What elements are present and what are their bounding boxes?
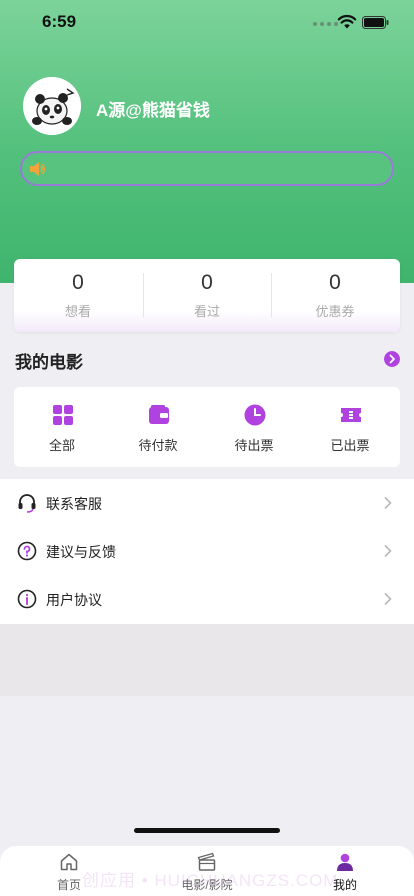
orders-card: 全部 待付款 待出票 已出票 <box>14 387 400 467</box>
home-icon <box>60 853 78 871</box>
settings-menu: 联系客服 建议与反馈 用户协议 <box>0 479 414 624</box>
question-icon <box>17 541 37 561</box>
wifi-icon <box>337 14 357 29</box>
stat-value: 0 <box>72 271 84 294</box>
order-pending-payment[interactable]: 待付款 <box>110 387 206 467</box>
stat-value: 0 <box>329 271 341 294</box>
wallet-icon <box>149 405 169 424</box>
status-time: 6:59 <box>42 12 77 31</box>
menu-item-customer-service[interactable]: 联系客服 <box>0 479 414 527</box>
order-label: 已出票 <box>330 438 370 453</box>
clock-icon <box>244 404 266 426</box>
battery-icon <box>362 16 389 29</box>
chevron-right-icon <box>384 496 392 510</box>
chevron-right-circle-icon[interactable] <box>384 351 400 367</box>
status-bar: 6:59 <box>0 0 414 44</box>
menu-item-feedback[interactable]: 建议与反馈 <box>0 527 414 575</box>
order-label: 待付款 <box>138 438 178 453</box>
stat-label: 优惠券 <box>315 304 355 319</box>
watermark: 创应用 • HUICHUANGZS.COM <box>82 871 339 890</box>
cellular-signal-icon <box>313 22 338 26</box>
stat-label: 看过 <box>193 304 220 319</box>
panda-avatar-icon <box>23 77 81 135</box>
ticket-icon <box>341 408 361 422</box>
stat-coupons[interactable]: 0 优惠券 <box>271 259 399 332</box>
chevron-right-icon <box>384 592 392 606</box>
order-all[interactable]: 全部 <box>14 387 110 467</box>
home-indicator <box>134 828 280 833</box>
menu-label: 联系客服 <box>46 496 102 512</box>
menu-item-user-agreement[interactable]: 用户协议 <box>0 575 414 623</box>
avatar[interactable] <box>23 77 81 135</box>
notice-bar[interactable] <box>20 151 394 186</box>
menu-label: 建议与反馈 <box>46 544 116 560</box>
speaker-icon <box>30 162 45 176</box>
stat-value: 0 <box>201 271 213 294</box>
menu-label: 用户协议 <box>46 592 102 608</box>
order-label: 待出票 <box>234 438 274 453</box>
stat-watched[interactable]: 0 看过 <box>143 259 271 332</box>
order-pending-ticket[interactable]: 待出票 <box>206 387 302 467</box>
info-icon <box>17 589 37 609</box>
stats-card: 0 想看 0 看过 0 优惠券 <box>14 259 400 332</box>
section-title-my-movies: 我的电影 <box>15 353 83 372</box>
order-label: 全部 <box>48 438 75 453</box>
spacer <box>0 624 414 696</box>
headset-icon <box>18 494 36 513</box>
order-ticketed[interactable]: 已出票 <box>302 387 398 467</box>
stat-want-to-watch[interactable]: 0 想看 <box>14 259 142 332</box>
chevron-right-icon <box>384 544 392 558</box>
username: A源@熊猫省钱 <box>96 101 210 120</box>
stat-label: 想看 <box>64 304 91 319</box>
grid-icon <box>53 405 73 425</box>
